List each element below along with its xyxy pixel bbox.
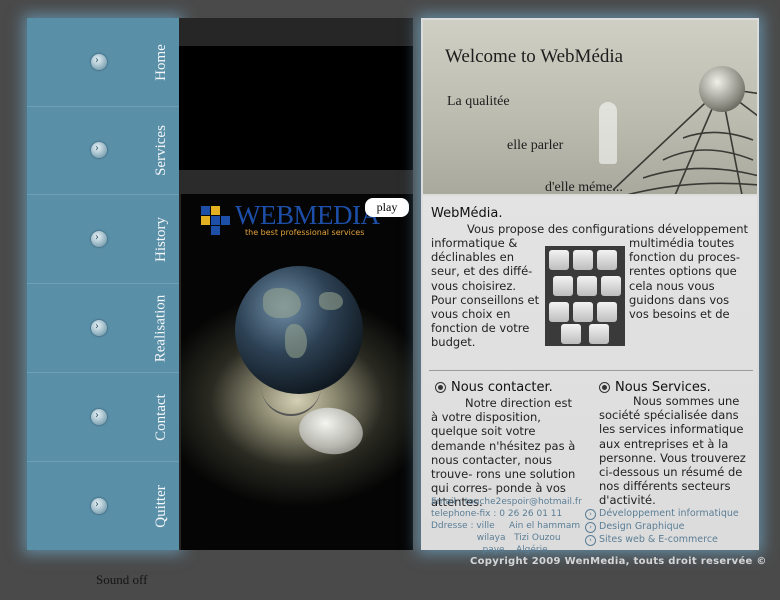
globe-image: [235, 266, 363, 394]
contact-details: Email : touche2espoir@hotmail.fr telepho…: [431, 497, 582, 555]
nav-item-services[interactable]: › Services: [27, 106, 179, 195]
webmedia-logo-icon: [201, 206, 235, 236]
nav-label-services: Services: [152, 124, 169, 176]
section-divider: [429, 370, 753, 371]
logo-text: WEBMEDIA: [235, 200, 380, 230]
nav-item-quitter[interactable]: › Quitter: [27, 462, 179, 550]
spiderweb-icon: [612, 87, 757, 194]
service-link-design[interactable]: › Design Graphique: [585, 521, 685, 533]
banner-line-3: d'elle méme...: [545, 180, 623, 194]
logo-tagline: the best professional services: [245, 228, 365, 237]
services-body: Nous sommes une société spécialisée dans…: [599, 394, 746, 508]
arrow-bullet-icon: ›: [91, 320, 107, 336]
arrow-bullet-icon: ›: [91, 142, 107, 158]
globe-image: [699, 66, 745, 112]
nav-label-history: History: [152, 216, 169, 262]
main-navigation: › Home › Services › History › Realisatio…: [27, 18, 179, 550]
service-link-dev[interactable]: › Développement informatique: [585, 508, 739, 520]
nav-label-contact: Contact: [152, 393, 169, 441]
banner-title: Welcome to WebMédia: [445, 46, 624, 67]
services-title: Nous Services.: [615, 380, 711, 395]
nav-label-home: Home: [152, 43, 169, 81]
webmedia-title: WebMédia.: [431, 206, 503, 221]
media-divider: [179, 170, 413, 194]
arrow-bullet-icon: ›: [91, 54, 107, 70]
nav-item-realisation[interactable]: › Realisation: [27, 284, 179, 373]
banner-line-1: La qualitée: [447, 94, 510, 109]
arrow-bullet-icon: ›: [91, 231, 107, 247]
webmedia-text-left: informatique & déclinables en seur, et d…: [431, 236, 540, 350]
contact-body: Notre direction est à votre disposition,…: [431, 396, 576, 510]
arrow-circle-icon: ›: [585, 509, 596, 520]
video-area[interactable]: [179, 46, 413, 170]
copyright-text: Copyright 2009 WenMedia, touts droit res…: [470, 556, 767, 567]
nav-item-history[interactable]: › History: [27, 195, 179, 284]
webmedia-intro: Vous propose des configurations développ…: [467, 222, 749, 236]
nav-item-contact[interactable]: › Contact: [27, 373, 179, 462]
keyboard-world-image: [545, 246, 625, 346]
play-button[interactable]: play: [365, 198, 409, 217]
contact-title: Nous contacter.: [451, 380, 553, 395]
arrow-circle-icon: ›: [585, 535, 596, 546]
arrow-bullet-icon: ›: [91, 409, 107, 425]
human-figure-image: [599, 102, 617, 164]
content-panel: Welcome to WebMédia La qualitée elle par…: [421, 18, 759, 555]
nav-item-home[interactable]: › Home: [27, 18, 179, 107]
arrow-bullet-icon: ›: [91, 498, 107, 514]
nav-label-realisation: Realisation: [152, 294, 169, 362]
radio-bullet-icon: [599, 382, 610, 393]
welcome-banner: Welcome to WebMédia La qualitée elle par…: [423, 20, 757, 194]
webmedia-text-right: multimédia toutes fonction du proces- re…: [629, 236, 740, 322]
media-column: WEBMEDIA the best professional services …: [179, 18, 413, 550]
contact-heading: Nous contacter.: [435, 380, 553, 395]
content-area: WebMédia. Vous propose des configuration…: [423, 196, 757, 555]
radio-bullet-icon: [435, 382, 446, 393]
nav-label-quitter: Quitter: [152, 484, 169, 528]
sound-toggle[interactable]: Sound off: [96, 572, 147, 588]
computer-mouse-image: [296, 403, 366, 459]
service-link-web[interactable]: › Sites web & E-commerce: [585, 534, 718, 546]
services-heading: Nous Services.: [599, 380, 711, 395]
arrow-circle-icon: ›: [585, 522, 596, 533]
banner-line-2: elle parler: [507, 138, 564, 153]
promo-animation: WEBMEDIA the best professional services …: [181, 194, 413, 550]
